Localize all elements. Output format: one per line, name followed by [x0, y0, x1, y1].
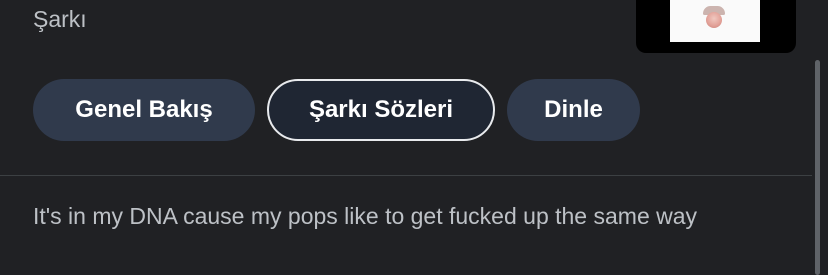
tab-listen[interactable]: Dinle — [507, 79, 640, 141]
entity-type-label: Şarkı — [33, 6, 87, 32]
tab-overview[interactable]: Genel Bakış — [33, 79, 255, 141]
song-thumbnail-image[interactable] — [670, 0, 760, 42]
section-divider — [0, 175, 812, 176]
tab-lyrics[interactable]: Şarkı Sözleri — [267, 79, 495, 141]
scrollbar-thumb[interactable] — [815, 60, 820, 275]
scrollbar[interactable] — [814, 0, 822, 275]
tab-chips: Genel Bakış Şarkı Sözleri Dinle — [33, 79, 640, 141]
lyrics-text: It's in my DNA cause my pops like to get… — [33, 203, 698, 229]
search-result-panel: Şarkı Genel Bakış Şarkı Sözleri Dinle It… — [0, 0, 828, 275]
song-thumbnail-card[interactable] — [636, 0, 796, 53]
thumbnail-face-shape — [706, 12, 722, 28]
